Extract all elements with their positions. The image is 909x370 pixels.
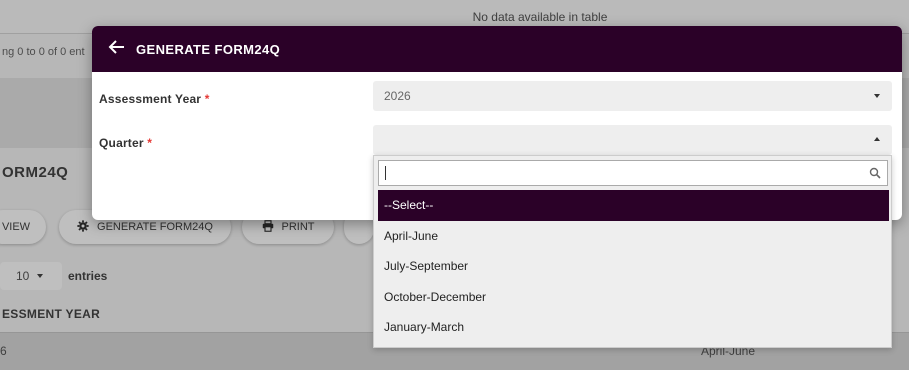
quarter-select[interactable] — [373, 125, 892, 155]
modal-title: GENERATE FORM24Q — [136, 41, 281, 57]
assessment-year-select[interactable]: 2026 — [373, 81, 892, 111]
modal-header: GENERATE FORM24Q — [92, 26, 902, 72]
required-marker: * — [204, 92, 210, 106]
arrow-left-icon[interactable] — [108, 38, 126, 61]
quarter-label-text: Quarter — [99, 136, 144, 150]
search-icon — [869, 167, 881, 179]
required-marker: * — [147, 136, 153, 150]
chevron-up-icon — [874, 137, 880, 141]
assessment-year-label: Assessment Year * — [99, 92, 210, 106]
dropdown-option-october-december[interactable]: October-December — [378, 282, 889, 313]
dropdown-option-select[interactable]: --Select-- — [378, 190, 889, 221]
dropdown-option-april-june[interactable]: April-June — [378, 221, 889, 252]
dropdown-option-january-march[interactable]: January-March — [378, 312, 889, 343]
dropdown-search-field[interactable] — [378, 160, 888, 186]
assessment-year-label-text: Assessment Year — [99, 92, 202, 106]
dropdown-option-july-september[interactable]: July-September — [378, 251, 889, 282]
quarter-dropdown: --Select-- April-June July-September Oct… — [373, 155, 892, 348]
dropdown-options: --Select-- April-June July-September Oct… — [378, 190, 889, 343]
assessment-year-value: 2026 — [384, 89, 411, 103]
quarter-label: Quarter * — [99, 136, 152, 150]
chevron-down-icon — [874, 94, 880, 98]
dropdown-search-input[interactable] — [386, 166, 856, 180]
